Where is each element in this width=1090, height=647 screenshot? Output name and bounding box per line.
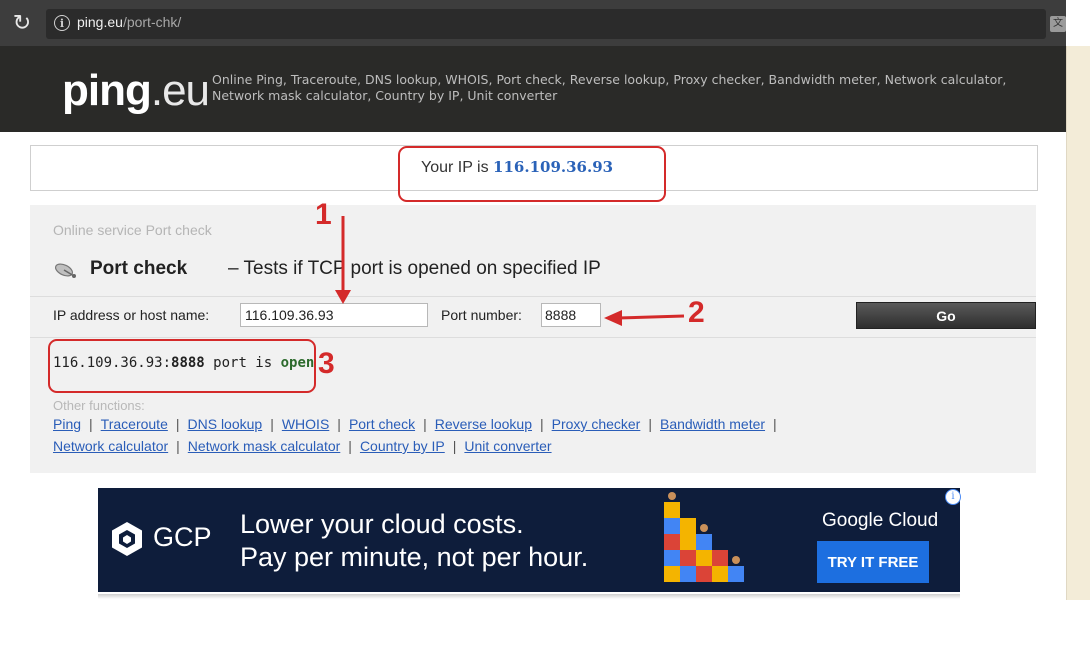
link-reverse-lookup[interactable]: Reverse lookup [435,416,532,432]
link-network-mask-calculator[interactable]: Network mask calculator [188,438,341,454]
link-port-check[interactable]: Port check [349,416,415,432]
link-separator: | [648,416,652,432]
ad-shadow [98,594,960,599]
url-host: ping.eu [77,14,123,30]
link-separator: | [175,416,180,432]
link-separator: | [89,416,93,432]
ad-blocks-illustration-icon [664,492,744,582]
link-traceroute[interactable]: Traceroute [101,416,168,432]
page-subtitle: – Tests if TCP port is opened on specifi… [228,258,601,279]
link-separator: | [176,438,180,454]
satellite-dish-icon [54,263,76,278]
annotation-number-1: 1 [315,198,332,231]
ip-address-input[interactable] [240,303,428,327]
other-functions-row-2: Network calculator | Network mask calculat… [53,438,552,454]
info-icon[interactable]: i [54,15,70,31]
annotation-number-3: 3 [318,347,335,380]
link-unit-converter[interactable]: Unit converter [464,438,551,454]
link-separator: | [452,438,457,454]
link-country-by-ip[interactable]: Country by IP [360,438,445,454]
gcp-hexagon-icon [112,522,142,556]
port-number-input[interactable] [541,303,601,327]
link-separator: | [348,438,352,454]
logo-bold: ping [62,66,152,115]
site-logo[interactable]: ping.eu [62,66,210,116]
ad-brand: GCP [153,522,212,552]
link-separator: | [540,416,544,432]
go-button[interactable]: Go [856,302,1036,329]
annotation-ip-highlight [398,146,666,202]
link-bandwidth-meter[interactable]: Bandwidth meter [660,416,765,432]
page-side-strip [1066,46,1090,600]
page-title: Port check [90,258,188,279]
annotation-result-highlight [48,339,316,393]
annotation-number-2: 2 [688,296,705,329]
link-proxy-checker[interactable]: Proxy checker [552,416,641,432]
site-tagline: Online Ping, Traceroute, DNS lookup, WHO… [212,72,1007,103]
ad-headline-2: Pay per minute, not per hour. [240,542,589,572]
link-ping[interactable]: Ping [53,416,81,432]
ip-field-label: IP address or host name: [53,307,210,323]
link-separator: | [270,416,274,432]
link-network-calculator[interactable]: Network calculator [53,438,168,454]
adchoices-icon[interactable]: i [945,489,961,505]
service-label: Online service Port check [53,222,212,238]
link-dns-lookup[interactable]: DNS lookup [188,416,263,432]
url-text[interactable]: ping.eu/port-chk/ [77,14,181,30]
reload-icon[interactable]: ↻ [8,10,36,38]
ad-headline-1: Lower your cloud costs. [240,509,524,539]
other-functions-label: Other functions: [53,398,145,413]
ad-google-cloud-label: Google Cloud [822,510,939,531]
try-it-free-button[interactable]: TRY IT FREE [817,541,929,583]
link-separator: | [773,416,777,432]
address-bar[interactable] [46,9,1046,39]
logo-light: .eu [150,66,210,115]
translate-icon[interactable]: 文 [1050,16,1066,32]
link-separator: | [423,416,427,432]
other-functions-row-1: Ping | Traceroute | DNS lookup | WHOIS | Port ch… [53,416,785,432]
link-whois[interactable]: WHOIS [282,416,329,432]
link-separator: | [337,416,341,432]
url-path: /port-chk/ [122,14,182,30]
port-field-label: Port number: [441,307,522,323]
